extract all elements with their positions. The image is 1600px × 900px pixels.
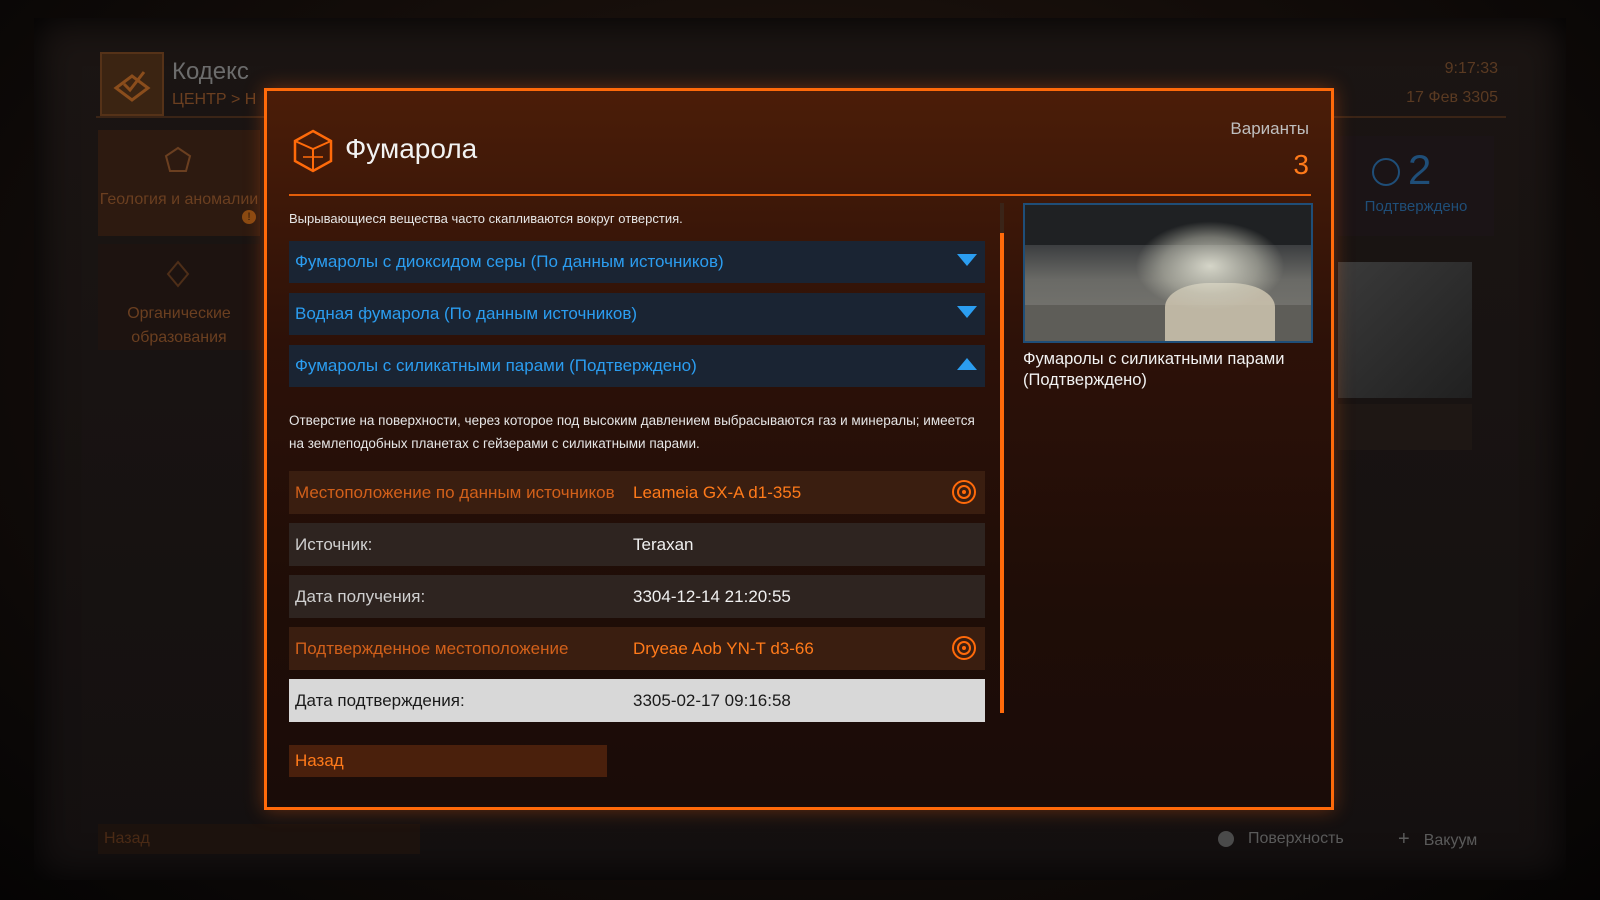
codex-title: Кодекс: [172, 58, 249, 85]
scrollbar-thumb[interactable]: [1000, 233, 1004, 713]
variant-description: Отверстие на поверхности, через которое …: [289, 413, 975, 451]
target-icon[interactable]: [951, 479, 977, 505]
row-value: Dryeae Aob YN-T d3-66: [633, 639, 814, 658]
breadcrumb: ЦЕНТР > Н: [172, 91, 257, 108]
row-key: Местоположение по данным источников: [295, 483, 615, 502]
variant-water[interactable]: Водная фумарола (По данным источников): [289, 293, 985, 335]
plus-icon: +: [1398, 828, 1410, 850]
sidebar-item-label: Геология и аномалии: [99, 191, 259, 208]
geology-polyhedron-icon: [293, 129, 333, 173]
row-key: Дата подтверждения:: [295, 691, 465, 710]
chevron-down-icon: [957, 254, 977, 266]
dialog-title: Фумарола: [345, 133, 478, 164]
entry-description: Вырывающиеся вещества часто скапливаются…: [289, 211, 683, 226]
title-divider: [289, 194, 1311, 196]
warning-badge: !: [242, 210, 256, 224]
confirmed-date-row[interactable]: Дата подтверждения: 3305-02-17 09:16:58: [289, 679, 985, 722]
reported-location-row[interactable]: Местоположение по данным источников Leam…: [289, 471, 985, 514]
row-value: 3305-02-17 09:16:58: [633, 691, 791, 710]
codex-entry-dialog: Фумарола Варианты 3 Вырывающиеся веществ…: [264, 88, 1334, 810]
variant-sulfur-dioxide[interactable]: Фумаролы с диоксидом серы (По данным ист…: [289, 241, 985, 283]
footer-surface-label: Поверхность: [1248, 830, 1344, 847]
chevron-up-icon: [957, 358, 977, 370]
background-back-button[interactable]: Назад: [98, 824, 420, 854]
variant-label: Фумаролы с силикатными парами (Подтвержд…: [295, 356, 697, 375]
geology-icon: [164, 146, 192, 172]
confirmed-location-row[interactable]: Подтвержденное местоположение Dryeae Aob…: [289, 627, 985, 670]
target-icon[interactable]: [951, 635, 977, 661]
row-key: Подтвержденное местоположение: [295, 639, 569, 658]
codex-book-icon: [113, 71, 151, 102]
footer-vacuum-label: Вакуум: [1423, 832, 1478, 849]
codex-logo: [100, 52, 164, 116]
row-value: Leameia GX-A d1-355: [633, 483, 802, 502]
variant-label: Водная фумарола (По данным источников): [295, 304, 638, 323]
variant-silicate-vapour[interactable]: Фумаролы с силикатными парами (Подтвержд…: [289, 345, 985, 387]
row-key: Дата получения:: [295, 587, 426, 606]
confirmed-counter: 2 Подтверждено: [1338, 136, 1494, 236]
background-thumbnail: [1338, 262, 1472, 398]
footer-surface[interactable]: Поверхность: [1218, 824, 1344, 854]
sidebar-item-organics[interactable]: Органические образования: [98, 244, 260, 350]
clock-time: 9:17:33: [1444, 60, 1498, 77]
confirmed-label: Подтверждено: [1364, 198, 1468, 215]
row-value: Teraxan: [633, 535, 694, 554]
received-date-row[interactable]: Дата получения: 3304-12-14 21:20:55: [289, 575, 985, 618]
row-key: Источник:: [295, 535, 373, 554]
source-row[interactable]: Источник: Teraxan: [289, 523, 985, 566]
chevron-down-icon: [957, 306, 977, 318]
clock-date: 17 Фев 3305: [1406, 89, 1498, 106]
background-strip: [1338, 404, 1472, 450]
preview-vapour-cloud: [1135, 221, 1285, 311]
check-circle-icon: [1372, 158, 1400, 186]
preview-caption: Фумаролы с силикатными парами (Подтвержд…: [1023, 350, 1285, 389]
organic-icon: [166, 260, 190, 288]
sidebar-item-label: Органические образования: [127, 305, 231, 346]
row-value: 3304-12-14 21:20:55: [633, 587, 791, 606]
footer-vacuum[interactable]: + Вакуум: [1398, 824, 1477, 856]
sidebar-item-geology[interactable]: Геология и аномалии: [98, 130, 260, 236]
back-button[interactable]: Назад: [289, 745, 607, 777]
variant-label: Фумаролы с диоксидом серы (По данным ист…: [295, 252, 724, 271]
variant-preview-image: [1023, 203, 1313, 343]
confirmed-count: 2: [1408, 146, 1432, 193]
globe-icon: [1218, 830, 1234, 847]
variants-label: Варианты: [1230, 119, 1309, 138]
variants-count: 3: [1293, 149, 1309, 180]
